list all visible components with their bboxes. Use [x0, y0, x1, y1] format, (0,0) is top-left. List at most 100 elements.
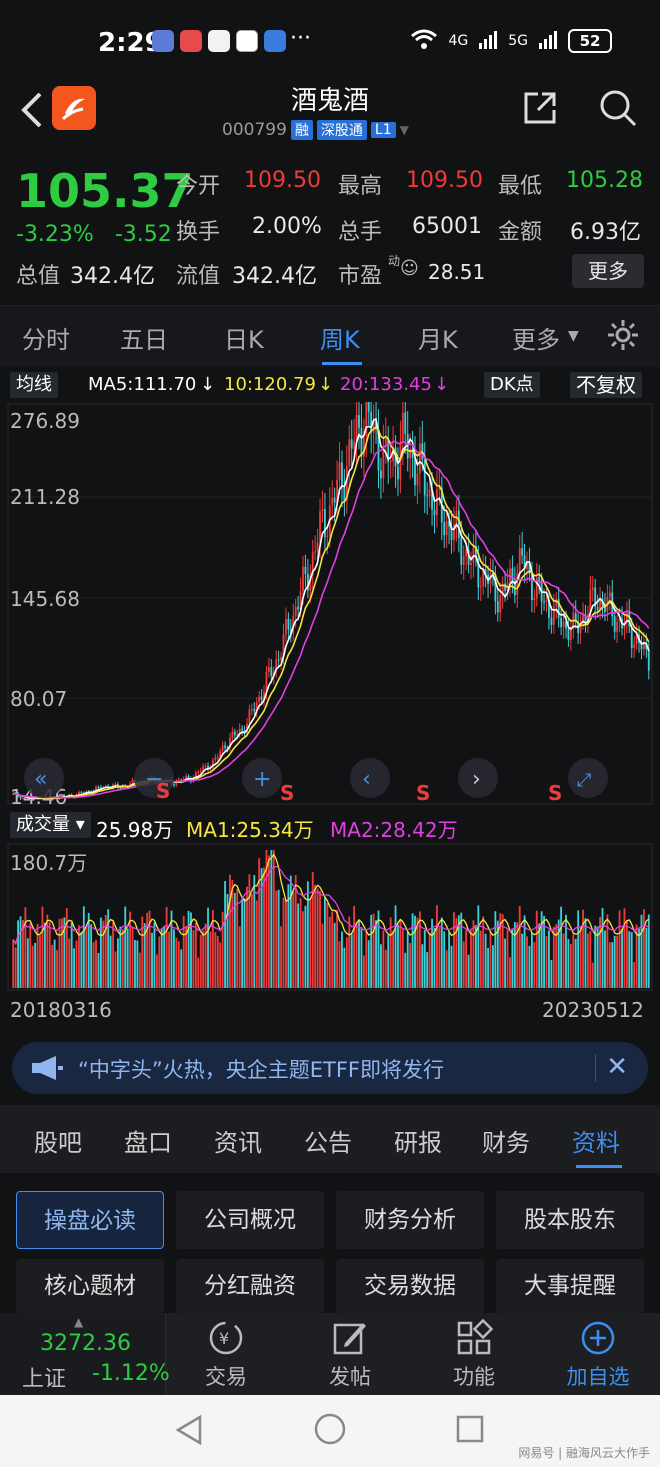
share-icon[interactable] [522, 90, 558, 126]
candle [314, 551, 317, 553]
news-banner-text: “中字头”火热，央企主题ETFF即将发行 [78, 1058, 445, 1082]
volume-bar [338, 941, 341, 988]
volume-bar [474, 924, 477, 988]
volume-bar [423, 930, 426, 988]
volume-indicator-button[interactable]: 成交量 ▾ [10, 812, 91, 838]
tab-announcements[interactable]: 公告 [304, 1123, 352, 1158]
volume-bar [175, 937, 178, 988]
candle [353, 441, 356, 449]
shortcut-trading-guide[interactable]: 操盘必读 [16, 1191, 164, 1249]
settings-gear-icon[interactable] [606, 318, 640, 358]
tab-order-book[interactable]: 盘口 [124, 1123, 172, 1158]
shortcut-financial-analysis[interactable]: 财务分析 [336, 1191, 484, 1249]
tab-weekly-k[interactable]: 周K [320, 320, 360, 355]
more-quote-button[interactable]: 更多 [572, 254, 644, 288]
volume-bar [151, 932, 153, 988]
bottom-nav: ▲ 3272.36 上证 -1.12% ¥ 交易 发帖 功能 加自选 [0, 1313, 660, 1395]
shortcut-events[interactable]: 大事提醒 [496, 1259, 644, 1313]
volume-bar [526, 936, 528, 988]
volume-bar [12, 939, 15, 988]
tab-financials[interactable]: 财务 [482, 1123, 530, 1158]
volume-chart[interactable]: 180.7万 [0, 842, 660, 992]
candle [331, 497, 334, 506]
tab-research[interactable]: 研报 [394, 1123, 442, 1158]
volume-bar [294, 875, 297, 988]
volume-bar [197, 957, 200, 988]
info-tabs: 股吧 盘口 资讯 公告 研报 财务 资料 [0, 1105, 660, 1173]
volume-bar [131, 926, 134, 988]
volume-legend: 成交量 ▾ 25.98万 MA1:25.34万 MA2:28.42万 [0, 812, 660, 842]
pe-superscript: 动 [388, 254, 401, 268]
nav-trade[interactable]: ¥ 交易 [176, 1319, 276, 1391]
volume-bar [280, 926, 282, 988]
shortcut-core-themes[interactable]: 核心题材 [16, 1259, 164, 1313]
wifi-icon [410, 28, 438, 54]
shortcut-shareholders[interactable]: 股本股东 [496, 1191, 644, 1249]
candle [285, 618, 287, 635]
volume-bar [263, 867, 265, 988]
tab-more-arrow-icon[interactable]: ▼ [568, 328, 579, 344]
system-recents-icon[interactable] [454, 1413, 486, 1445]
volume-bar [533, 942, 536, 988]
index-value: 3272.36 [40, 1331, 131, 1356]
shortcut-trade-data[interactable]: 交易数据 [336, 1259, 484, 1313]
nav-functions[interactable]: 功能 [424, 1319, 524, 1391]
volume-bar [299, 898, 302, 988]
volume-bar [92, 942, 95, 988]
volume-bar [355, 921, 358, 988]
volume-value: 65001 [412, 214, 482, 239]
candle [333, 497, 336, 503]
candlestick-chart[interactable]: 276.89 211.28 145.68 80.07 14.46 « − + ‹… [0, 402, 660, 807]
volume-bar [14, 947, 17, 988]
candle [443, 522, 446, 536]
back-button[interactable] [18, 90, 44, 140]
tab-intraday[interactable]: 分时 [22, 320, 70, 355]
volume-bars-group [12, 850, 650, 988]
candle [358, 415, 360, 428]
quote-panel: 105.37 -3.23% -3.52 今开 109.50 最高 109.50 … [0, 150, 660, 300]
signal-bars-icon [478, 29, 498, 53]
nav-post[interactable]: 发帖 [300, 1319, 400, 1391]
candle [277, 659, 280, 661]
volume-bar [29, 923, 32, 988]
candle [173, 784, 175, 786]
ma-selector-label: 均线 [16, 374, 52, 395]
volume-bar [341, 931, 343, 988]
dropdown-arrow-icon[interactable]: ▼ [400, 123, 409, 137]
volume-bar [579, 926, 582, 988]
system-home-icon[interactable] [312, 1411, 348, 1447]
tab-monthly-k[interactable]: 月K [418, 320, 458, 355]
candle [202, 765, 205, 771]
music-app-icon [152, 30, 174, 52]
volume-bar [472, 920, 475, 988]
dk-point-button[interactable]: DK点 [484, 372, 540, 398]
nav-add-watchlist[interactable]: 加自选 [548, 1319, 648, 1391]
sell-signal: S [156, 779, 170, 803]
volume-bar [348, 916, 351, 988]
trade-icon: ¥ [209, 1321, 243, 1355]
tab-forum[interactable]: 股吧 [34, 1123, 82, 1158]
close-icon[interactable]: ✕ [606, 1052, 628, 1082]
tab-more[interactable]: 更多 [512, 320, 560, 355]
tab-daily-k[interactable]: 日K [224, 320, 264, 355]
volume-value: 25.98万 [96, 818, 174, 842]
tab-five-day[interactable]: 五日 [120, 320, 168, 355]
megaphone-icon [30, 1054, 64, 1086]
candle [518, 548, 521, 574]
y-axis-tick: 211.28 [10, 485, 80, 509]
shortcut-company-overview[interactable]: 公司概况 [176, 1191, 324, 1249]
news-banner[interactable]: “中字头”火热，央企主题ETFF即将发行 ✕ [12, 1042, 648, 1094]
candle [367, 402, 370, 412]
adjust-button[interactable]: 不复权 [570, 372, 642, 398]
volume-bar [182, 915, 185, 988]
shortcut-dividends[interactable]: 分红融资 [176, 1259, 324, 1313]
search-icon[interactable] [598, 88, 638, 128]
pe-info-icon[interactable]: ☺ [400, 258, 419, 279]
ma-selector-button[interactable]: 均线 [10, 372, 58, 398]
volume-bar [180, 949, 183, 988]
system-back-icon[interactable] [172, 1413, 206, 1447]
index-ticker[interactable]: ▲ 3272.36 上证 -1.12% [0, 1313, 170, 1395]
tab-profile[interactable]: 资料 [572, 1123, 620, 1158]
volume-bar [26, 938, 29, 988]
tab-news[interactable]: 资讯 [214, 1123, 262, 1158]
